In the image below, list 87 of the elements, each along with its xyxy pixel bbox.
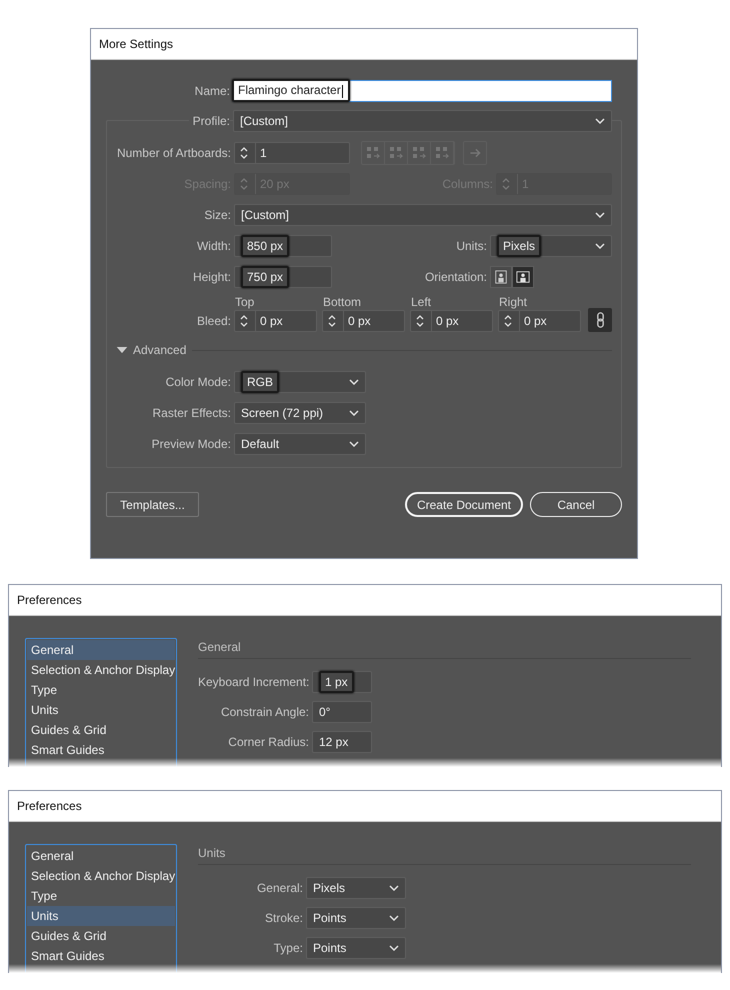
dropdown[interactable]: Points	[306, 907, 406, 929]
field-label: Type:	[272, 941, 304, 955]
units-dropdown[interactable]: Pixels	[490, 234, 612, 256]
chevron-icon	[595, 212, 605, 218]
landscape-icon	[516, 270, 530, 284]
field-label: Constrain Angle:	[220, 705, 310, 719]
chevron-icon	[349, 378, 359, 384]
field-label: Width:	[196, 238, 232, 252]
portrait-icon	[494, 270, 508, 284]
category-item[interactable]: Guides & Grid	[27, 926, 175, 946]
portrait-button[interactable]	[490, 266, 512, 288]
category-item[interactable]: Selection & Anchor Display	[27, 660, 175, 680]
window-title: Preferences	[17, 593, 82, 607]
category-item[interactable]: Guides & Grid	[27, 720, 175, 740]
field-label: Profile:	[188, 114, 230, 128]
width-field[interactable]: 850 px	[234, 234, 332, 256]
category-item[interactable]: Type	[27, 680, 175, 700]
chevron-icon	[389, 885, 399, 891]
section-heading: General	[198, 640, 241, 654]
category-item[interactable]: Smart Guides	[27, 946, 175, 966]
input-field[interactable]: 12 px	[312, 731, 372, 753]
field-label: Corner Radius:	[227, 735, 310, 749]
chevron-icon	[349, 410, 359, 416]
templates-button[interactable]: Templates...	[106, 492, 199, 517]
field-label: Top	[234, 295, 256, 310]
chevron-icon	[389, 915, 399, 921]
field-label: Bottom	[322, 295, 362, 310]
input-field[interactable]: 0°	[312, 701, 372, 723]
category-item[interactable]: Selection & Anchor Display	[27, 866, 175, 886]
bleed-field[interactable]: 0 px	[234, 310, 317, 332]
stepper-icon	[239, 144, 249, 160]
stepper-icon	[415, 313, 425, 329]
name-field[interactable]: Flamingo character	[233, 80, 612, 102]
bleed-field[interactable]: 0 px	[410, 310, 493, 332]
field-label: Size:	[203, 208, 232, 222]
chevron-icon	[349, 440, 359, 446]
field-label: Color Mode:	[164, 374, 232, 388]
stepper-icon	[239, 313, 249, 329]
field-label: Number of Artboards:	[116, 146, 232, 160]
height-field[interactable]: 750 px	[234, 266, 332, 288]
arrow-right-icon[interactable]	[463, 140, 487, 164]
stepper-icon	[327, 313, 337, 329]
field-label: Right	[498, 295, 528, 310]
stepper-icon	[503, 313, 513, 329]
category-item[interactable]: Units	[27, 906, 175, 926]
link-icon	[596, 312, 604, 328]
section-heading: Units	[198, 846, 226, 860]
window-title: Preferences	[17, 799, 82, 813]
profile-dropdown[interactable]: [Custom]	[233, 110, 612, 132]
field-label: Keyboard Increment:	[198, 675, 310, 689]
category-item[interactable]: Units	[27, 700, 175, 720]
chevron-icon	[595, 118, 605, 124]
field-label: Left	[410, 295, 432, 310]
link-button[interactable]	[588, 308, 612, 332]
field-label: Units:	[455, 238, 488, 252]
dropdown[interactable]: Points	[306, 937, 406, 959]
dropdown[interactable]: RGB	[234, 370, 366, 392]
size-dropdown[interactable]: [Custom]	[234, 204, 612, 226]
field-label: Stroke:	[264, 911, 304, 925]
dropdown[interactable]: Pixels	[306, 877, 406, 899]
dropdown[interactable]: Screen (72 ppi)	[234, 402, 366, 424]
category-item[interactable]: Smart Guides	[27, 740, 175, 760]
cancel-button[interactable]: Cancel	[530, 492, 622, 517]
disclosure-triangle-icon[interactable]	[116, 346, 128, 354]
chevron-icon	[595, 242, 605, 248]
category-item[interactable]: General	[27, 640, 175, 660]
field-label: General:	[256, 881, 304, 895]
landscape-button[interactable]	[512, 266, 534, 288]
field-label: Preview Mode:	[150, 436, 232, 450]
artboards-field[interactable]: 1	[234, 142, 350, 164]
create-button[interactable]: Create Document	[405, 492, 523, 517]
bleed-field[interactable]: 0 px	[498, 310, 581, 332]
field-label: Bleed:	[196, 313, 232, 330]
category-item[interactable]: General	[27, 846, 175, 866]
bleed-field[interactable]: 0 px	[322, 310, 405, 332]
input-field[interactable]: 1 px	[312, 671, 372, 693]
field-label: Name:	[194, 84, 231, 98]
field-label: Raster Effects:	[152, 406, 232, 420]
chevron-icon	[389, 945, 399, 951]
section-heading: Advanced	[133, 343, 186, 357]
field-label: Orientation:	[424, 270, 488, 284]
stepper-icon	[501, 176, 511, 192]
dropdown[interactable]: Default	[234, 432, 366, 454]
stepper-icon	[239, 176, 249, 192]
category-item[interactable]: Type	[27, 886, 175, 906]
field-label: Height:	[192, 270, 232, 284]
window-title: More Settings	[99, 37, 174, 51]
